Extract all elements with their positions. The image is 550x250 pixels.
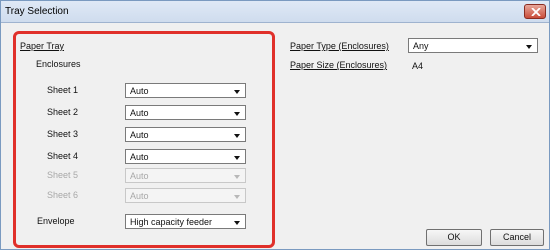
dialog-title: Tray Selection xyxy=(5,6,69,17)
paper-size-label: Paper Size (Enclosures) xyxy=(290,60,388,70)
close-button[interactable] xyxy=(524,4,546,19)
sheet-2-label: Sheet 2 xyxy=(47,107,79,117)
chevron-down-icon xyxy=(234,90,240,94)
sheet-6-select: Auto xyxy=(125,188,246,203)
chevron-down-icon xyxy=(234,221,240,225)
envelope-select[interactable]: High capacity feeder xyxy=(125,214,246,229)
ok-button[interactable]: OK xyxy=(426,229,482,246)
sheet-5-value: Auto xyxy=(130,171,149,181)
sheet-6-label: Sheet 6 xyxy=(47,190,79,200)
enclosures-heading: Enclosures xyxy=(36,59,81,69)
sheet-4-label: Sheet 4 xyxy=(47,151,79,161)
sheet-2-value: Auto xyxy=(130,108,149,118)
sheet-1-select[interactable]: Auto xyxy=(125,83,246,98)
chevron-down-icon xyxy=(526,45,532,49)
sheet-3-value: Auto xyxy=(130,130,149,140)
sheet-4-value: Auto xyxy=(130,152,149,162)
chevron-down-icon xyxy=(234,112,240,116)
chevron-down-icon xyxy=(234,175,240,179)
tray-selection-dialog: Tray Selection Paper Tray Enclosures She… xyxy=(0,0,550,250)
chevron-down-icon xyxy=(234,156,240,160)
sheet-3-select[interactable]: Auto xyxy=(125,127,246,142)
paper-tray-heading: Paper Tray xyxy=(20,41,65,51)
paper-type-label: Paper Type (Enclosures) xyxy=(290,41,389,51)
sheet-3-label: Sheet 3 xyxy=(47,129,79,139)
sheet-2-select[interactable]: Auto xyxy=(125,105,246,120)
chevron-down-icon xyxy=(234,195,240,199)
sheet-1-label: Sheet 1 xyxy=(47,85,79,95)
paper-size-value: A4 xyxy=(412,61,424,71)
envelope-label: Envelope xyxy=(37,216,75,226)
title-bar: Tray Selection xyxy=(1,1,549,23)
chevron-down-icon xyxy=(234,134,240,138)
paper-type-select[interactable]: Any xyxy=(408,38,538,53)
paper-type-value: Any xyxy=(413,41,429,51)
cancel-button[interactable]: Cancel xyxy=(490,229,544,246)
envelope-value: High capacity feeder xyxy=(130,217,213,227)
sheet-4-select[interactable]: Auto xyxy=(125,149,246,164)
sheet-5-select: Auto xyxy=(125,168,246,183)
sheet-5-label: Sheet 5 xyxy=(47,170,79,180)
sheet-6-value: Auto xyxy=(130,191,149,201)
close-icon xyxy=(531,8,541,16)
sheet-1-value: Auto xyxy=(130,86,149,96)
